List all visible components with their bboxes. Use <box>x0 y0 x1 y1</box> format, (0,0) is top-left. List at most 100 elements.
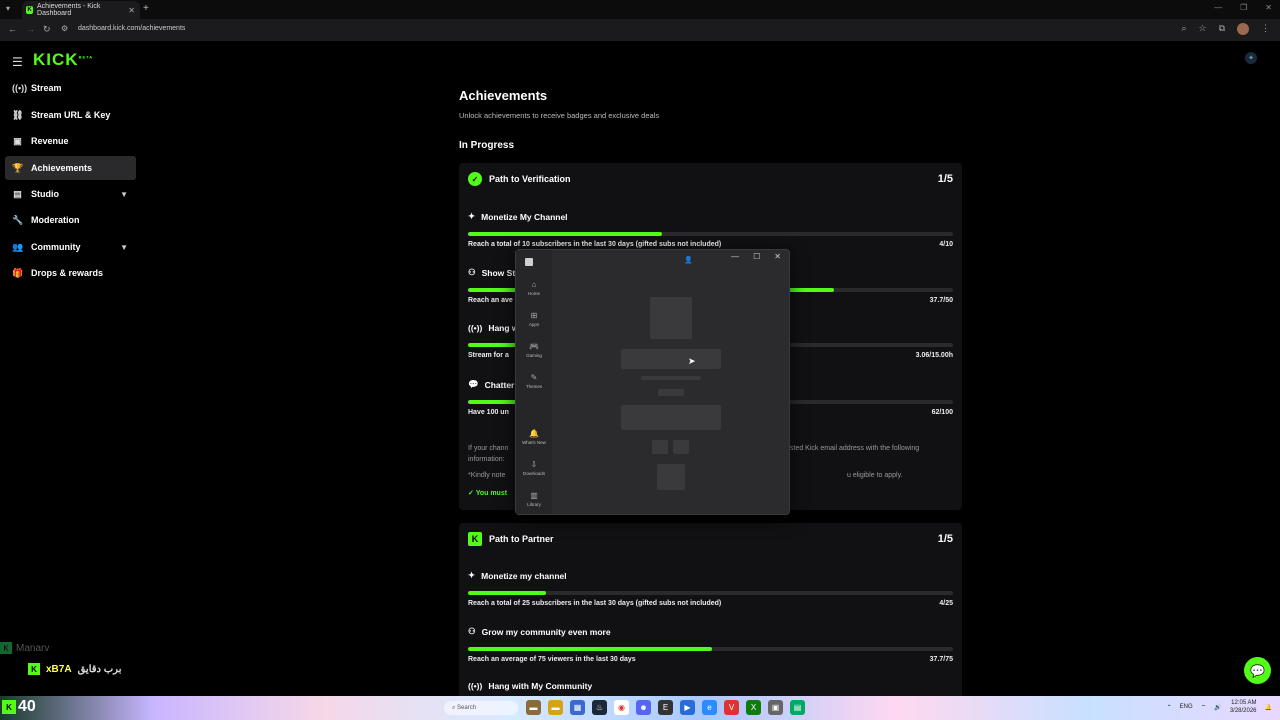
hamburger-menu-icon[interactable]: ☰ <box>12 55 23 69</box>
profile-avatar[interactable] <box>1237 23 1249 35</box>
skeleton-block <box>621 405 721 430</box>
wifi-icon[interactable]: ⌔ <box>1201 703 1207 711</box>
sidebar: ☰ KICKBETA ((•)) Stream ⛓ Stream URL & Key… <box>0 41 145 696</box>
section-heading: In Progress <box>459 140 515 151</box>
new-tab-button[interactable]: + <box>143 3 149 14</box>
tab-list-icon[interactable]: ▾ <box>6 4 10 13</box>
sparkle-icon: ✦ <box>468 570 476 580</box>
reload-icon[interactable]: ↻ <box>43 24 51 35</box>
steam-icon[interactable]: ♨ <box>592 700 607 715</box>
sidebar-item-drops-rewards[interactable]: 🎁 Drops & rewards <box>5 261 136 285</box>
progress-fill <box>468 647 712 651</box>
sidebar-item-stream-url-key[interactable]: ⛓ Stream URL & Key <box>5 103 136 127</box>
studio-icon: ▤ <box>13 188 22 199</box>
bell-icon: 🔔 <box>529 429 539 438</box>
back-icon[interactable]: ← <box>8 24 17 34</box>
download-icon: ⇩ <box>530 460 538 469</box>
app-icon[interactable]: V <box>724 700 739 715</box>
broadcast-icon: ((•)) <box>468 323 483 333</box>
close-icon[interactable]: ✕ <box>774 252 781 261</box>
stream-overlay-top: K Manarv <box>0 642 49 654</box>
notification-icon[interactable]: ✦ <box>1245 52 1257 64</box>
taskbar-logo: K 40 <box>2 698 36 716</box>
requirement-note: ✓ You must <box>468 490 508 497</box>
discord-icon[interactable]: ☻ <box>636 700 651 715</box>
mouse-cursor-icon: ➤ <box>688 356 696 366</box>
epic-icon[interactable]: E <box>658 700 673 715</box>
maximize-icon[interactable]: ☐ <box>753 252 760 261</box>
bookmark-star-icon[interactable]: ☆ <box>1198 23 1206 35</box>
chevron-down-icon: ▼ <box>120 242 128 252</box>
extensions-icon[interactable]: ⧉ <box>1219 23 1225 35</box>
card-count: 1/5 <box>937 533 953 545</box>
rail-item-apps[interactable]: ⊞ Apps <box>516 311 552 327</box>
app-icon[interactable]: ▬ <box>526 700 541 715</box>
task-item: ⚇ Grow my community even more Reach an av… <box>468 626 953 663</box>
menu-icon[interactable]: ⋮ <box>1261 23 1270 35</box>
check-icon: ✓ <box>468 490 476 497</box>
sidebar-item-achievements[interactable]: 🏆 Achievements <box>5 156 136 180</box>
footnote: If your chann <box>468 445 509 452</box>
tab-title: Achievements - Kick Dashboard <box>37 3 101 17</box>
task-desc: Have 100 un <box>468 409 509 416</box>
chevron-down-icon: ▼ <box>120 189 128 199</box>
rail-item-home[interactable]: ⌂ Home <box>516 280 552 296</box>
rail-item-gaming[interactable]: 🎮 Gaming <box>516 342 552 358</box>
skeleton-block <box>621 349 721 369</box>
site-info-icon[interactable]: ⚙ <box>61 24 68 33</box>
chevron-up-icon[interactable]: ⌃ <box>1167 704 1172 711</box>
account-icon[interactable]: 👤 <box>684 256 693 264</box>
minimize-icon[interactable]: — <box>1214 3 1222 12</box>
rail-item-themes[interactable]: ✎ Themes <box>516 373 552 389</box>
sidebar-item-moderation[interactable]: 🔧 Moderation <box>5 208 136 232</box>
clock[interactable]: 12:05 AM 3/28/2026 <box>1230 699 1257 715</box>
xbox-icon[interactable]: X <box>746 700 761 715</box>
task-value: 62/100 <box>931 409 953 416</box>
sidebar-item-studio[interactable]: ▤ Studio ▼ <box>5 182 136 206</box>
app-icon[interactable]: ▣ <box>768 700 783 715</box>
broadcast-icon: ((•)) <box>12 83 28 93</box>
store-icon[interactable]: ▦ <box>570 700 585 715</box>
taskbar-search[interactable]: ⌕ Search <box>444 701 518 715</box>
minimize-icon[interactable]: — <box>731 252 739 261</box>
brush-icon: ✎ <box>530 373 538 382</box>
rail-item-whats-new[interactable]: 🔔 What's New <box>516 429 552 445</box>
language-indicator[interactable]: ENG <box>1180 704 1193 710</box>
kick-badge-icon: K <box>468 532 482 546</box>
url-field[interactable]: dashboard.kick.com/achievements <box>78 25 185 32</box>
close-window-icon[interactable]: ✕ <box>1265 3 1272 12</box>
edge-icon[interactable]: e <box>702 700 717 715</box>
folder-icon[interactable]: ▬ <box>548 700 563 715</box>
overlay-name: xB7A <box>46 663 72 675</box>
task-desc: Stream for a <box>468 352 509 359</box>
notifications-icon[interactable]: 🔔 <box>1265 704 1272 711</box>
app-icon[interactable]: ▶ <box>680 700 695 715</box>
progress-fill <box>468 232 662 236</box>
skeleton-block <box>641 376 701 380</box>
sidebar-item-revenue[interactable]: ▣ Revenue <box>5 129 136 153</box>
taskbar-apps: ▬ ▬ ▦ ♨ ◉ ☻ E ▶ e V X ▣ ▤ <box>526 700 805 715</box>
skeleton-block <box>658 389 684 396</box>
rail-item-downloads[interactable]: ⇩ Downloads <box>516 460 552 476</box>
sidebar-item-community[interactable]: 👥 Community ▼ <box>5 235 136 259</box>
app-icon[interactable]: ▤ <box>790 700 805 715</box>
zoom-icon[interactable]: ⌕ <box>1181 23 1186 35</box>
kick-logo[interactable]: KICKBETA <box>33 50 93 70</box>
chrome-icon[interactable]: ◉ <box>614 700 629 715</box>
forward-icon[interactable]: → <box>26 24 35 34</box>
progress-bar <box>468 647 953 651</box>
skeleton-block <box>652 440 668 454</box>
home-icon: ⌂ <box>531 280 537 289</box>
tab-close-icon[interactable]: ✕ <box>128 6 135 15</box>
progress-bar <box>468 232 953 236</box>
kick-icon: K <box>0 642 12 654</box>
browser-tab[interactable]: K Achievements - Kick Dashboard ✕ <box>22 1 140 19</box>
task-value: 3.06/15.00h <box>915 352 953 359</box>
task-desc: Reach an average of 75 viewers in the la… <box>468 656 636 663</box>
volume-icon[interactable]: 🔊 <box>1214 704 1221 711</box>
overlay-name: Manarv <box>16 642 50 654</box>
maximize-icon[interactable]: ❐ <box>1240 3 1247 12</box>
sidebar-item-stream[interactable]: ((•)) Stream <box>5 76 136 100</box>
support-chat-button[interactable]: 💬 <box>1244 657 1271 684</box>
rail-item-library[interactable]: ▥ Library <box>516 491 552 507</box>
